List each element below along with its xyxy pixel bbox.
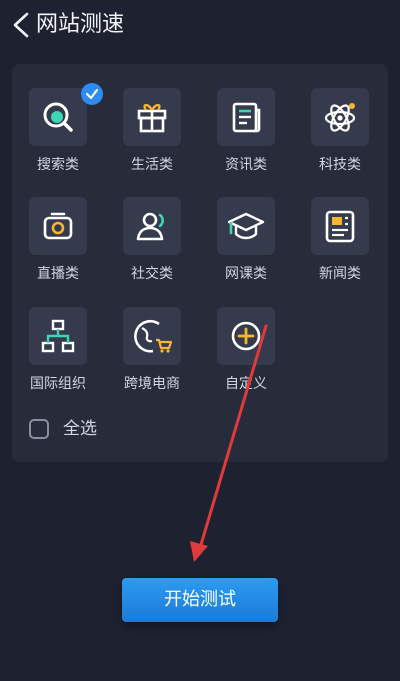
- category-social[interactable]: 社交类: [106, 173, 198, 282]
- category-tile[interactable]: [311, 197, 369, 255]
- category-label: 社交类: [131, 266, 173, 282]
- category-tile[interactable]: [29, 307, 87, 365]
- category-label: 生活类: [131, 157, 173, 173]
- category-tech[interactable]: 科技类: [294, 64, 386, 173]
- category-panel: 搜索类 生活类 资讯类 科技类 直播类 社交类 网课类 新闻类 国际组织 跨境电…: [12, 64, 388, 462]
- graduation-cap-icon: [227, 212, 265, 240]
- category-label: 自定义: [225, 376, 267, 392]
- category-cross-border[interactable]: 跨境电商: [106, 283, 198, 392]
- person-icon: [136, 212, 164, 241]
- category-tile[interactable]: [217, 88, 275, 146]
- category-tile[interactable]: [217, 307, 275, 365]
- gift-icon: [137, 103, 167, 133]
- category-news[interactable]: 新闻类: [294, 173, 386, 282]
- category-life[interactable]: 生活类: [106, 64, 198, 173]
- header: 网站测速: [0, 0, 400, 50]
- category-tile[interactable]: [123, 197, 181, 255]
- category-label: 资讯类: [225, 157, 267, 173]
- news-icon: [232, 102, 261, 133]
- category-live[interactable]: 直播类: [12, 173, 104, 282]
- globe-cart-icon: [134, 319, 173, 353]
- page-title: 网站测速: [36, 12, 125, 37]
- select-all-checkbox[interactable]: [29, 419, 49, 439]
- checked-badge-icon: [81, 83, 103, 105]
- category-tile[interactable]: [217, 197, 275, 255]
- add-icon: [231, 321, 261, 351]
- back-arrow-icon[interactable]: [10, 11, 32, 39]
- category-label: 科技类: [319, 157, 361, 173]
- newspaper-icon: [325, 210, 355, 243]
- category-label: 网课类: [225, 266, 267, 282]
- org-chart-icon: [41, 319, 75, 353]
- category-tile[interactable]: [29, 197, 87, 255]
- camera-icon: [43, 212, 73, 240]
- search-icon: [43, 102, 73, 132]
- category-tile[interactable]: [123, 307, 181, 365]
- atom-icon: [324, 103, 356, 132]
- select-all-label: 全选: [63, 419, 97, 439]
- category-tile[interactable]: [123, 88, 181, 146]
- category-label: 跨境电商: [124, 376, 180, 392]
- category-label: 新闻类: [319, 266, 361, 282]
- category-label: 直播类: [37, 266, 79, 282]
- category-custom[interactable]: 自定义: [200, 283, 292, 392]
- category-label: 国际组织: [30, 376, 86, 392]
- category-tile[interactable]: [311, 88, 369, 146]
- category-label: 搜索类: [37, 157, 79, 173]
- category-info[interactable]: 资讯类: [200, 64, 292, 173]
- category-search[interactable]: 搜索类: [12, 64, 104, 173]
- category-tile[interactable]: [29, 88, 87, 146]
- category-online-course[interactable]: 网课类: [200, 173, 292, 282]
- category-intl-org[interactable]: 国际组织: [12, 283, 104, 392]
- start-test-button[interactable]: 开始测试: [122, 578, 278, 622]
